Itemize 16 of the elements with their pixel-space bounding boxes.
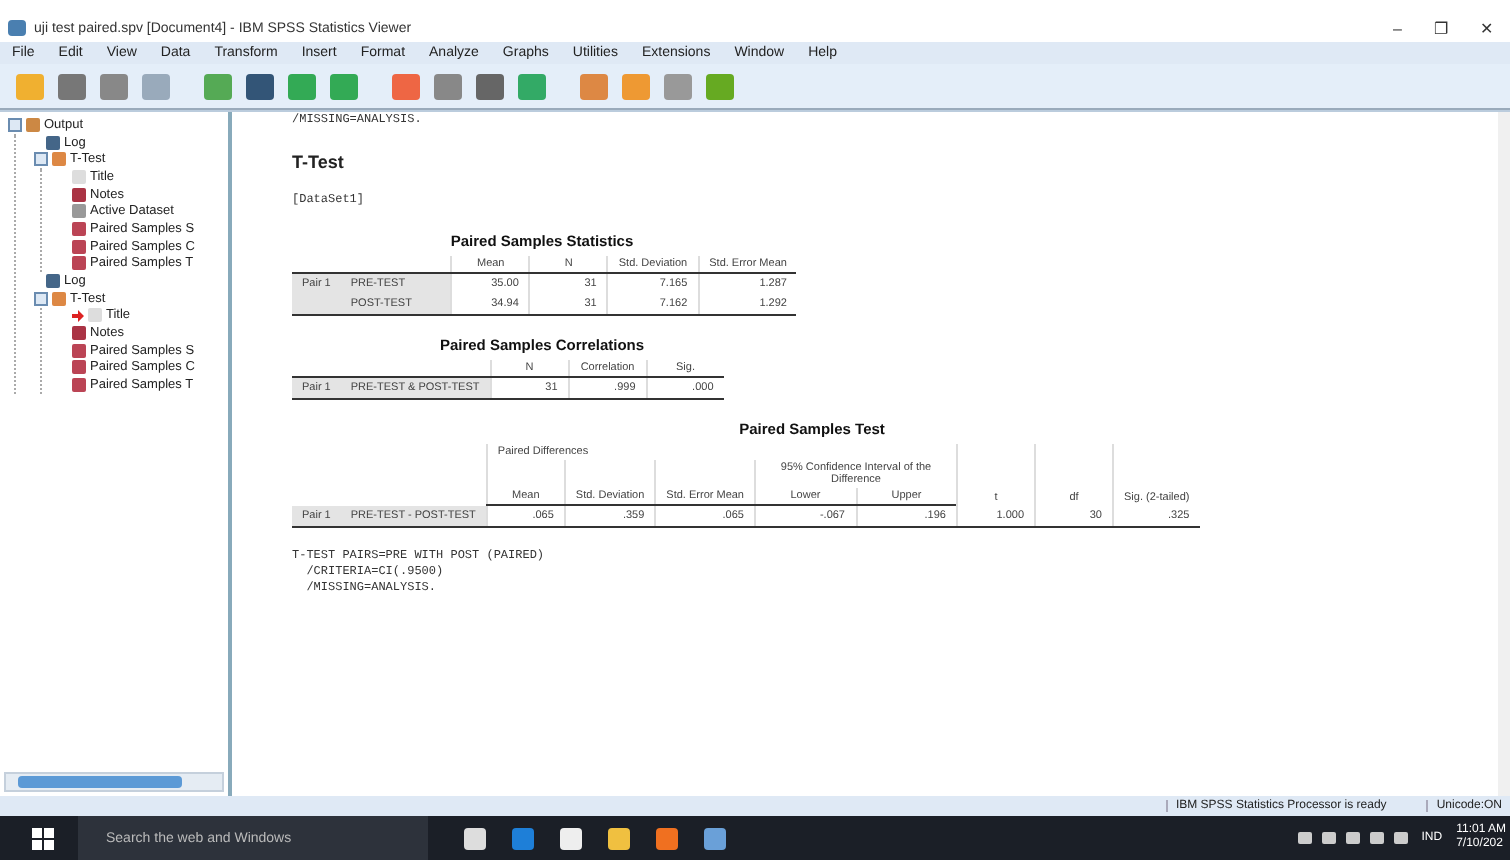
horizontal-scrollbar[interactable] [4, 772, 224, 792]
node-icon [72, 169, 86, 184]
close-button[interactable]: ✕ [1472, 19, 1502, 37]
expand-toggle-icon[interactable] [34, 152, 48, 167]
expand-toggle-icon[interactable] [8, 117, 22, 132]
node-icon [72, 378, 86, 393]
node-icon [88, 308, 102, 323]
section-heading: T-Test [292, 152, 346, 172]
minimize-button[interactable]: – [1385, 19, 1410, 37]
node-icon [26, 117, 40, 132]
expand-toggle-icon[interactable] [34, 291, 48, 306]
windows-logo-icon[interactable] [32, 827, 54, 849]
maximize-button[interactable]: ❐ [1426, 19, 1456, 37]
square-icon[interactable] [434, 73, 462, 99]
vertical-scrollbar[interactable] [1498, 112, 1510, 796]
square-icon[interactable] [664, 73, 692, 99]
